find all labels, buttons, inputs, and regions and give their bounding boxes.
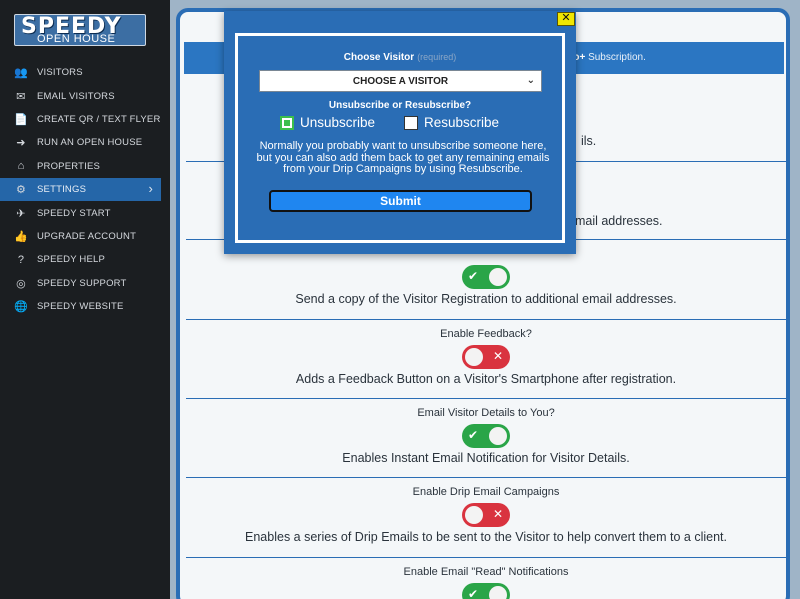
sidebar-item-label: SPEEDY START (37, 207, 111, 219)
users-icon: 👥 (14, 67, 28, 80)
choose-visitor-text: Choose Visitor (343, 52, 415, 63)
sidebar-item-label: SPEEDY SUPPORT (37, 277, 127, 289)
visitor-select-value: CHOOSE A VISITOR (352, 75, 449, 87)
setting-toggle[interactable]: ✔ (462, 424, 510, 448)
required-hint: (required) (417, 52, 457, 62)
settings-section: Email Visitor Details to You? ✔ Enables In… (186, 399, 786, 478)
arrow-circle-icon: ➜ (16, 137, 26, 150)
unsubscribe-option[interactable]: Unsubscribe (280, 115, 375, 130)
toggle-knob (465, 348, 483, 366)
setting-title: Email Visitor Details to You? (417, 407, 555, 419)
setting-title: Enable Feedback? (440, 328, 532, 340)
settings-section: Enable Drip Email Campaigns ✕ Enables a se… (186, 478, 786, 558)
check-icon: ✔ (468, 269, 479, 283)
setting-toggle[interactable]: ✕ (462, 503, 510, 527)
sidebar-item-create-qr-text-flyer[interactable]: 📄 CREATE QR / TEXT FLYER (0, 108, 170, 131)
toggle-knob (489, 427, 507, 445)
check-icon: ✔ (468, 587, 479, 599)
sidebar-item-speedy-support[interactable]: ◎ SPEEDY SUPPORT (0, 272, 170, 295)
unsub-resub-label: Unsubscribe or Resubscribe? (328, 100, 472, 111)
sidebar-item-run-an-open-house[interactable]: ➜ RUN AN OPEN HOUSE (0, 131, 170, 154)
unsubscribe-note: Normally you probably want to unsubscrib… (256, 140, 550, 175)
check-icon: ✔ (468, 428, 479, 442)
logo-subword: OPEN HOUSE (37, 33, 116, 45)
thumbs-up-icon: 👍 (14, 230, 28, 243)
gear-icon: ⚙ (15, 184, 27, 197)
toggle-wrap: ✕ (186, 500, 786, 530)
setting-description: Adds a Feedback Button on a Visitor's Sm… (295, 372, 677, 386)
x-icon: ✕ (492, 507, 503, 521)
x-icon: ✕ (492, 349, 503, 363)
toggle-wrap: ✔ (186, 262, 786, 292)
submit-button[interactable]: Submit (269, 190, 532, 212)
choose-visitor-label: Choose Visitor (required) (238, 52, 562, 63)
sidebar-item-label: CREATE QR / TEXT FLYER (37, 113, 161, 125)
resubscribe-option-label: Resubscribe (424, 115, 500, 130)
toggle-wrap: ✔ (186, 580, 786, 599)
lifering-icon: ◎ (16, 277, 26, 290)
sidebar-item-label: PROPERTIES (37, 160, 101, 172)
toggle-wrap: ✕ (186, 342, 786, 372)
unsubscribe-option-label: Unsubscribe (300, 115, 376, 130)
sidebar-item-email-visitors[interactable]: ✉ EMAIL VISITORS (0, 84, 170, 107)
sidebar-nav: 👥 VISITORS ✉ EMAIL VISITORS 📄 CREATE QR / TEX… (0, 61, 170, 318)
setting-toggle[interactable]: ✔ (462, 265, 510, 289)
toggle-knob (465, 506, 483, 524)
document-icon: 📄 (14, 113, 28, 126)
sidebar-item-label: UPGRADE ACCOUNT (37, 230, 137, 242)
sidebar-item-label: RUN AN OPEN HOUSE (37, 137, 143, 149)
sidebar-item-settings[interactable]: ⚙ SETTINGS › (0, 177, 161, 202)
toggle-knob (489, 586, 507, 599)
sidebar-item-label: SPEEDY WEBSITE (37, 301, 124, 313)
setting-toggle[interactable]: ✔ (462, 583, 510, 599)
question-icon: ? (17, 253, 25, 266)
visitor-select[interactable]: CHOOSE A VISITOR ⌄ (259, 70, 542, 92)
settings-section: Enable Feedback? ✕ Adds a Feedback Button … (186, 320, 786, 399)
setting-title: Enable Drip Email Campaigns (412, 486, 560, 498)
chevron-right-icon: › (148, 180, 153, 196)
toggle-wrap: ✔ (186, 421, 786, 451)
sidebar-item-speedy-start[interactable]: ✈ SPEEDY START (0, 201, 170, 224)
unsubscribe-modal: ✕ Choose Visitor (required) CHOOSE A VISI… (224, 11, 576, 254)
setting-description: Enables Instant Email Notification for V… (342, 451, 630, 465)
plane-icon: ✈ (16, 207, 26, 220)
envelope-icon: ✉ (16, 90, 26, 103)
setting-description: Enables a series of Drip Emails to be se… (245, 530, 727, 544)
sidebar-item-label: EMAIL VISITORS (37, 90, 115, 102)
sidebar: SPEEDY OPEN HOUSE 👥 VISITORS ✉ EMAIL VISITO… (0, 0, 170, 599)
sidebar-item-speedy-help[interactable]: ? SPEEDY HELP (0, 248, 170, 271)
sidebar-item-label: SETTINGS (37, 184, 87, 196)
globe-icon: 🌐 (14, 301, 28, 314)
toggle-knob (489, 268, 507, 286)
setting-title: Enable Email "Read" Notifications (403, 566, 569, 578)
subscription-rest: Subscription. (585, 52, 646, 63)
setting-toggle[interactable]: ✕ (462, 345, 510, 369)
close-button[interactable]: ✕ (557, 12, 575, 26)
unsubscribe-checkbox[interactable] (280, 115, 294, 130)
sidebar-item-label: VISITORS (37, 67, 83, 79)
settings-section: Enable Email "Read" Notifications ✔ (186, 558, 786, 599)
resubscribe-checkbox[interactable] (404, 115, 418, 130)
modal-body: Choose Visitor (required) CHOOSE A VISITO… (235, 33, 565, 243)
logo[interactable]: SPEEDY OPEN HOUSE (14, 14, 146, 46)
sidebar-item-label: SPEEDY HELP (37, 254, 106, 266)
resubscribe-option[interactable]: Resubscribe (404, 115, 499, 130)
sidebar-item-speedy-website[interactable]: 🌐 SPEEDY WEBSITE (0, 295, 170, 318)
sidebar-item-visitors[interactable]: 👥 VISITORS (0, 61, 170, 84)
home-icon: ⌂ (17, 160, 25, 173)
sidebar-item-upgrade-account[interactable]: 👍 UPGRADE ACCOUNT (0, 225, 170, 248)
sidebar-item-properties[interactable]: ⌂ PROPERTIES (0, 155, 170, 178)
setting-description: Send a copy of the Visitor Registration … (295, 292, 677, 306)
chevron-down-icon: ⌄ (526, 75, 535, 86)
